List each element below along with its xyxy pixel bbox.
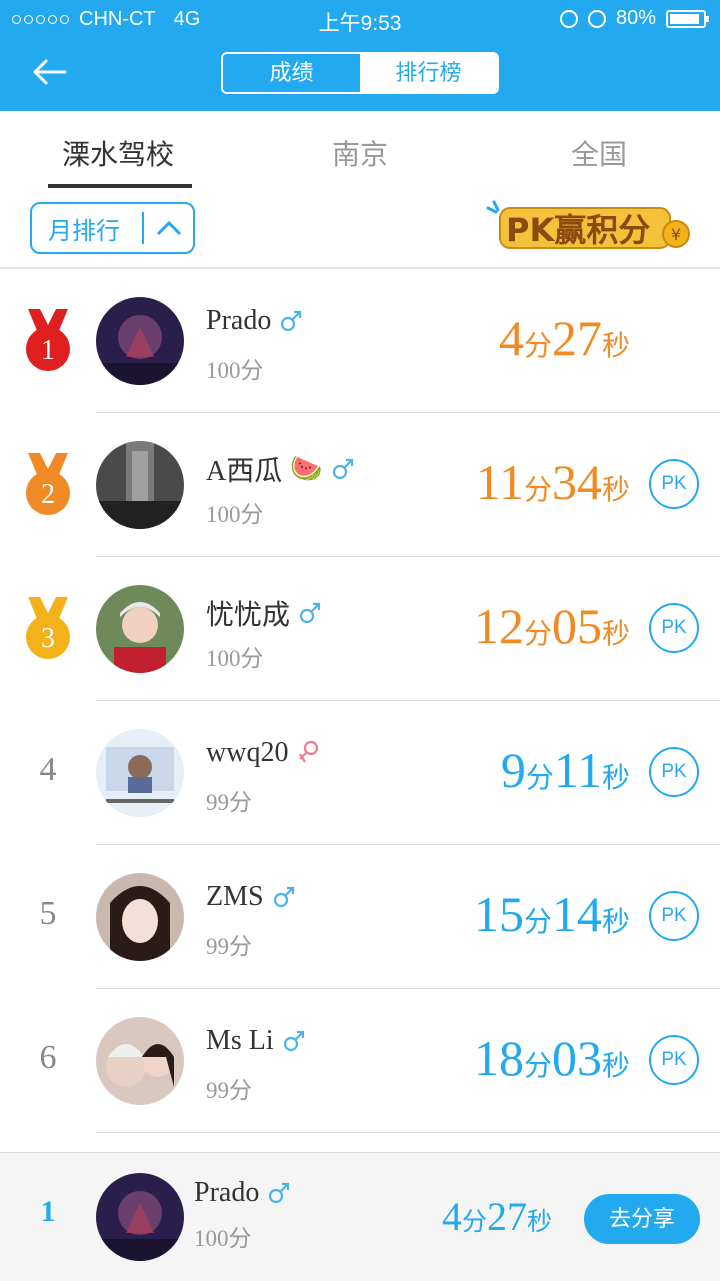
ranking-row: 3 忧忧成 100分 12分05秒 PK: [0, 557, 720, 701]
medal-icon: 3: [26, 597, 70, 659]
app-header: CHN-CT 4G 上午9:53 80% 成绩 排行榜: [0, 0, 720, 111]
user-time: 11分34秒: [475, 454, 630, 510]
rank-number: 4: [39, 751, 57, 788]
user-name: Ms Li: [206, 1025, 274, 1056]
male-icon: [283, 1030, 304, 1052]
user-score: 99分: [206, 934, 252, 959]
male-icon: [332, 458, 353, 480]
battery-icon: [666, 9, 709, 28]
user-name: A西瓜: [206, 456, 283, 487]
tab-underline: [48, 184, 192, 188]
medal-icon: 2: [26, 453, 70, 515]
user-name: Prado: [206, 305, 272, 336]
medal-rank: 2: [41, 479, 55, 510]
svg-text:¥: ¥: [671, 225, 681, 244]
medal-rank: 1: [41, 335, 55, 366]
user-time: 9分11秒: [500, 742, 630, 798]
user-avatar[interactable]: [96, 441, 184, 529]
user-name-row: ZMS: [206, 881, 296, 913]
user-avatar[interactable]: [96, 585, 184, 673]
pk-button[interactable]: PK: [649, 891, 699, 941]
male-icon: [273, 886, 294, 908]
user-score: 99分: [206, 790, 252, 815]
user-name: 忧忧成: [206, 600, 291, 631]
tab-nanjing[interactable]: 南京: [332, 133, 388, 173]
month-ranking-label: 月排行: [48, 217, 120, 245]
rank-number: 5: [39, 895, 57, 932]
user-name: ZMS: [206, 881, 264, 912]
pk-button[interactable]: PK: [649, 1035, 699, 1085]
segment-ranking[interactable]: 排行榜: [360, 54, 497, 92]
user-score: 100分: [206, 646, 264, 671]
segment-score[interactable]: 成绩: [223, 54, 360, 92]
user-name-row: 忧忧成: [206, 593, 322, 633]
my-name-row: Prado: [194, 1177, 291, 1209]
user-name-row: wwq20: [206, 737, 320, 769]
my-rank: 1: [40, 1195, 56, 1228]
ranking-row: 5 ZMS 99分 15分14秒 PK: [0, 845, 720, 989]
ranking-row: 2 A西瓜 🍉 100分 11分34秒 PK: [0, 413, 720, 557]
user-name-row: Ms Li: [206, 1025, 306, 1057]
pk-button[interactable]: PK: [649, 459, 699, 509]
row-divider: [96, 1132, 720, 1133]
battery-text: 80%: [615, 7, 656, 29]
ranking-row: 6 Ms Li 99分 18分03秒 PK: [0, 989, 720, 1133]
pk-button[interactable]: PK: [649, 603, 699, 653]
status-bar: CHN-CT 4G 上午9:53 80%: [0, 0, 720, 38]
pk-button[interactable]: PK: [649, 747, 699, 797]
male-icon: [269, 1182, 290, 1204]
user-avatar[interactable]: [96, 873, 184, 961]
chevron-up-icon: [144, 220, 193, 236]
my-time: 4分27秒: [441, 1194, 552, 1239]
my-ranking-bar: 1 Prado 100分 4分27秒 去分享: [0, 1152, 720, 1281]
medal-rank: 3: [41, 623, 55, 654]
user-time: 15分14秒: [473, 886, 630, 942]
alarm-icon: [587, 9, 606, 28]
region-tabs: 溧水驾校 南京 全国: [0, 111, 720, 191]
ranking-row: 4 wwq20 99分 9分11秒 PK: [0, 701, 720, 845]
rank-number: 6: [39, 1039, 57, 1076]
status-right: 80%: [559, 7, 709, 30]
user-name: wwq20: [206, 737, 289, 768]
female-icon: [299, 740, 319, 763]
male-icon: [299, 602, 321, 624]
user-avatar[interactable]: [96, 297, 184, 385]
tab-national[interactable]: 全国: [571, 133, 627, 173]
user-score: 100分: [206, 358, 264, 383]
segment-control: 成绩 排行榜: [221, 52, 499, 94]
user-avatar[interactable]: [96, 1017, 184, 1105]
medal-icon: 1: [26, 309, 70, 371]
user-name-row: Prado: [206, 305, 303, 337]
male-icon: [281, 310, 302, 332]
my-score: 100分: [194, 1226, 252, 1251]
watermelon-emoji: 🍉: [290, 454, 323, 483]
back-arrow-icon[interactable]: [32, 54, 68, 90]
pk-banner-text: PK赢积分: [506, 211, 650, 249]
my-name: Prado: [194, 1177, 260, 1208]
share-button[interactable]: 去分享: [584, 1194, 700, 1244]
user-name-row: A西瓜 🍉: [206, 449, 355, 489]
pk-banner[interactable]: PK赢积分 ¥: [484, 198, 694, 254]
user-score: 99分: [206, 1078, 252, 1103]
user-time: 12分05秒: [473, 598, 630, 654]
user-score: 100分: [206, 502, 264, 527]
tab-school[interactable]: 溧水驾校: [62, 133, 174, 173]
user-avatar[interactable]: [96, 729, 184, 817]
user-time: 4分27秒: [498, 310, 630, 366]
my-avatar[interactable]: [96, 1173, 184, 1261]
ranking-row: 1 Prado 100分 4分27秒: [0, 269, 720, 413]
month-ranking-dropdown[interactable]: 月排行: [30, 202, 195, 254]
orientation-lock-icon: [559, 9, 578, 28]
user-time: 18分03秒: [473, 1030, 630, 1086]
